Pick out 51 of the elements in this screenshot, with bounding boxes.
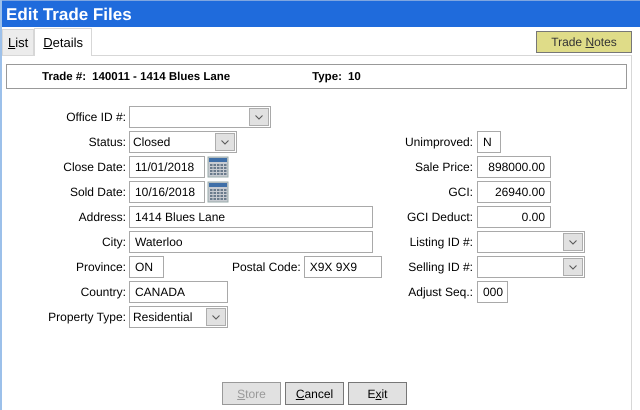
dropdown-field[interactable]: Residential	[129, 306, 228, 328]
field-label: Sale Price:	[414, 160, 473, 174]
field-label: Close Date:	[62, 160, 126, 174]
action-button[interactable]: Exit	[348, 382, 407, 405]
date-field[interactable]: 10/16/2018	[129, 181, 205, 203]
dropdown-field[interactable]	[129, 106, 271, 128]
calendar-icon[interactable]	[207, 181, 229, 203]
dropdown-field[interactable]	[477, 256, 585, 278]
number-field[interactable]: 26940.00	[477, 181, 551, 203]
date-field[interactable]: 11/01/2018	[129, 156, 205, 178]
dropdown-field[interactable]	[477, 231, 585, 253]
field-label: Status:	[88, 135, 126, 149]
action-button[interactable]: Cancel	[285, 382, 344, 405]
field-label: GCI:	[447, 185, 473, 199]
field-label: Listing ID #:	[408, 235, 473, 249]
text-field[interactable]: CANADA	[129, 281, 228, 303]
caret-icon	[206, 308, 226, 326]
number-field[interactable]: 0.00	[477, 206, 551, 228]
field-label: Country:	[80, 285, 126, 299]
field-label: Address:	[78, 210, 126, 224]
text-field[interactable]: ON	[129, 256, 164, 278]
text-field[interactable]: N	[477, 131, 501, 153]
text-field[interactable]: 000	[477, 281, 508, 303]
text-field[interactable]: Waterloo	[129, 231, 373, 253]
window-title: Edit Trade Files	[2, 0, 640, 27]
text-field[interactable]: X9X 9X9	[304, 256, 382, 278]
dropdown-field[interactable]: Closed	[129, 131, 237, 153]
caret-icon	[215, 133, 235, 151]
caret-icon	[249, 108, 269, 126]
trade-label: Trade #:	[42, 70, 86, 82]
type-label: Type:	[312, 70, 342, 82]
type-value: 10	[348, 70, 361, 82]
trade-notes-button[interactable]: Trade Notes	[536, 31, 632, 53]
field-label: GCI Deduct:	[406, 210, 473, 224]
field-label: Property Type:	[47, 310, 126, 324]
trade-value: 140011 - 1414 Blues Lane	[92, 70, 232, 82]
field-label: Office ID #:	[65, 110, 126, 124]
field-label: Unimproved:	[404, 135, 473, 149]
field-label: Sold Date:	[68, 185, 126, 199]
field-label: City:	[101, 235, 126, 249]
number-field[interactable]: 898000.00	[477, 156, 551, 178]
caret-icon	[563, 233, 583, 251]
tab[interactable]: List	[2, 29, 34, 55]
field-label: Adjust Seq.:	[407, 285, 473, 299]
calendar-icon[interactable]	[207, 156, 229, 178]
caret-icon	[563, 258, 583, 276]
text-field[interactable]: 1414 Blues Lane	[129, 206, 373, 228]
field-label: Selling ID #:	[407, 260, 473, 274]
tab[interactable]: Details	[34, 28, 92, 56]
field-label: Province:	[74, 260, 126, 274]
field-label: Postal Code:	[232, 260, 301, 274]
